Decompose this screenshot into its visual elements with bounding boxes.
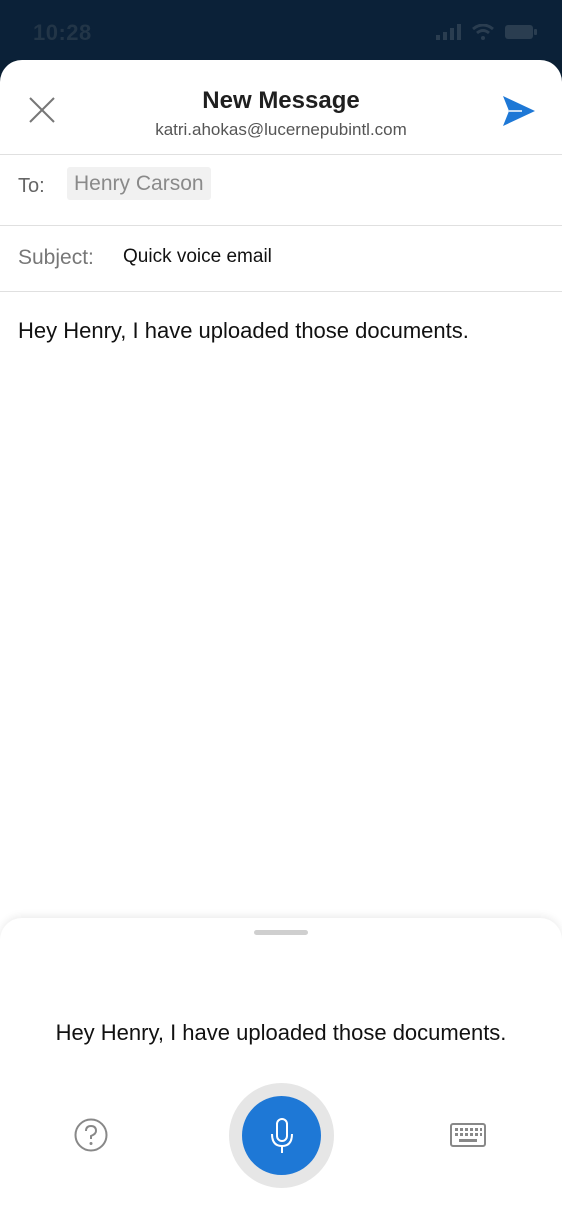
- help-icon: [74, 1118, 108, 1152]
- signal-icon: [436, 24, 461, 40]
- voice-dictation-panel: Hey Henry, I have uploaded those documen…: [0, 918, 562, 1218]
- status-time: 10:28: [33, 20, 92, 45]
- keyboard-button[interactable]: [450, 1123, 486, 1147]
- wifi-icon: [472, 24, 494, 40]
- message-body[interactable]: Hey Henry, I have uploaded those documen…: [18, 317, 544, 345]
- status-bar: 10:28: [0, 0, 562, 60]
- drag-handle[interactable]: [254, 930, 308, 935]
- battery-icon: [505, 25, 537, 39]
- keyboard-icon: [450, 1123, 486, 1147]
- help-button[interactable]: [74, 1118, 108, 1152]
- voice-transcript: Hey Henry, I have uploaded those documen…: [55, 1020, 507, 1045]
- subject-input[interactable]: Quick voice email: [123, 246, 272, 268]
- microphone-button[interactable]: [242, 1096, 321, 1175]
- recipient-chip[interactable]: Henry Carson: [67, 167, 211, 200]
- compose-header: New Message katri.ahokas@lucernepubintl.…: [0, 60, 562, 155]
- to-label: To:: [18, 175, 45, 197]
- sender-account: katri.ahokas@lucernepubintl.com: [155, 120, 407, 139]
- microphone-button-ring: [229, 1083, 334, 1188]
- microphone-icon: [270, 1117, 293, 1153]
- subject-row[interactable]: Subject: Quick voice email: [0, 226, 562, 292]
- to-row[interactable]: To: Henry Carson: [0, 155, 562, 226]
- send-icon: [503, 96, 535, 126]
- page-title: New Message: [202, 87, 360, 114]
- send-button[interactable]: [502, 95, 536, 127]
- subject-label: Subject:: [18, 246, 94, 269]
- status-icons: [436, 24, 538, 40]
